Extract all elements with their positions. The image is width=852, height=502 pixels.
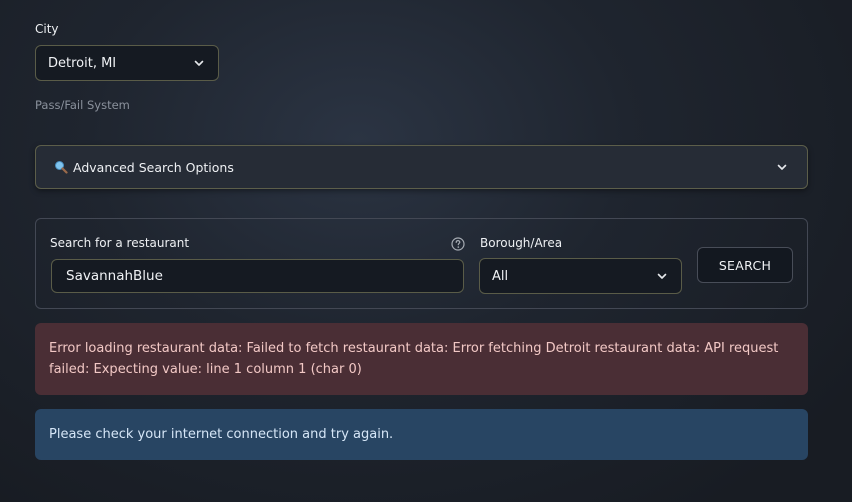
advanced-search-label: Advanced Search Options <box>73 159 234 175</box>
help-circle-icon[interactable] <box>451 237 465 251</box>
borough-select[interactable]: All <box>479 258 682 294</box>
borough-label: Borough/Area <box>480 236 563 250</box>
borough-select-value: All <box>492 268 509 284</box>
city-select[interactable]: Detroit, MI <box>35 45 219 81</box>
city-select-value: Detroit, MI <box>48 55 117 71</box>
chevron-down-icon <box>777 164 787 170</box>
error-alert: Error loading restaurant data: Failed to… <box>35 323 808 395</box>
chevron-down-icon <box>194 60 204 66</box>
chevron-down-icon <box>657 273 667 279</box>
advanced-search-expander[interactable]: Advanced Search Options <box>35 145 808 189</box>
system-caption: Pass/Fail System <box>35 98 130 112</box>
city-label: City <box>35 22 59 36</box>
search-label: Search for a restaurant <box>50 236 190 250</box>
restaurant-search-input[interactable] <box>51 259 464 293</box>
info-alert: Please check your internet connection an… <box>35 409 808 460</box>
magnifier-icon <box>55 161 68 174</box>
search-button[interactable]: SEARCH <box>697 247 793 283</box>
